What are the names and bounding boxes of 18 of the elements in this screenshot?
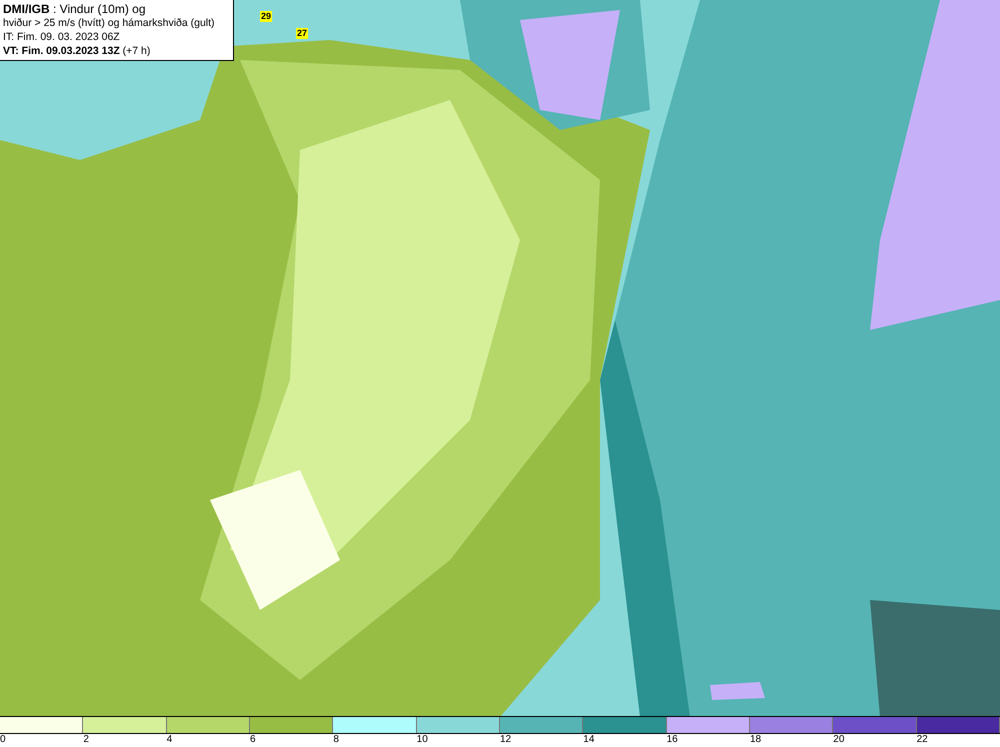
legend-label: 22 — [916, 734, 928, 746]
legend-label: 16 — [666, 734, 678, 746]
legend-label: 4 — [166, 734, 172, 746]
info-line: IT: Fim. 09. 03. 2023 06Z — [3, 30, 121, 44]
gust-label: 27 — [296, 28, 308, 39]
info-line: DMI/IGB : Vindur (10m) og — [3, 2, 146, 16]
gust-label: 29 — [260, 11, 272, 22]
legend-label: 2 — [83, 734, 89, 746]
legend-label: 20 — [833, 734, 844, 746]
legend-label: 0 — [0, 734, 6, 746]
legend-label: 8 — [333, 734, 339, 746]
info-line: VT: Fim. 09.03.2023 13Z (+7 h) — [3, 44, 152, 58]
legend-label: 6 — [250, 734, 256, 746]
info-line: hviður > 25 m/s (hvítt) og hámarkshviða (gult) — [3, 16, 216, 30]
legend-label: 10 — [416, 734, 428, 746]
legend-label: 18 — [750, 734, 762, 746]
legend-label: 12 — [500, 734, 512, 746]
legend-label: 14 — [583, 734, 594, 746]
